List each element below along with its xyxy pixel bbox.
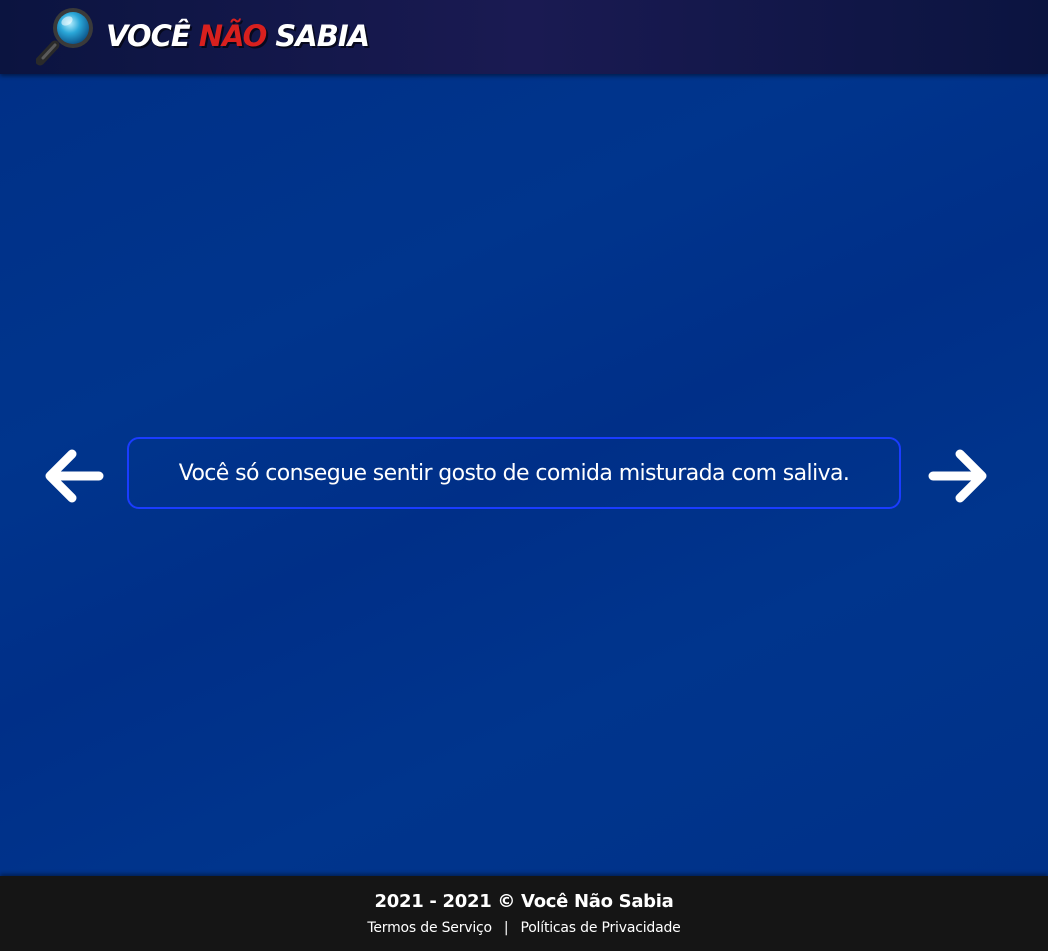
next-fact-button[interactable] <box>928 448 988 504</box>
fact-area: Você só consegue sentir gosto de comida … <box>0 74 1048 876</box>
site-header: Você Não Sabia <box>0 0 1048 74</box>
footer-separator: | <box>503 920 509 936</box>
privacy-policy-link[interactable]: Políticas de Privacidade <box>520 920 680 936</box>
fact-text: Você só consegue sentir gosto de comida … <box>178 460 850 486</box>
site-footer: 2021 - 2021 © Você Não Sabia Termos de S… <box>0 876 1048 951</box>
magnifying-glass-icon <box>36 6 98 66</box>
site-logo[interactable]: Você Não Sabia <box>36 6 370 66</box>
arrow-right-icon <box>928 448 988 504</box>
logo-word-nao: Não <box>198 19 267 53</box>
arrow-left-icon <box>44 448 104 504</box>
logo-word-voce: Você <box>106 19 191 53</box>
fact-card: Você só consegue sentir gosto de comida … <box>127 437 901 509</box>
terms-of-service-link[interactable]: Termos de Serviço <box>367 920 492 936</box>
logo-text: Você Não Sabia <box>106 19 370 53</box>
footer-links: Termos de Serviço | Políticas de Privacida… <box>0 920 1048 936</box>
previous-fact-button[interactable] <box>44 448 104 504</box>
logo-word-sabia: Sabia <box>275 19 370 53</box>
copyright-text: 2021 - 2021 © Você Não Sabia <box>374 891 674 912</box>
